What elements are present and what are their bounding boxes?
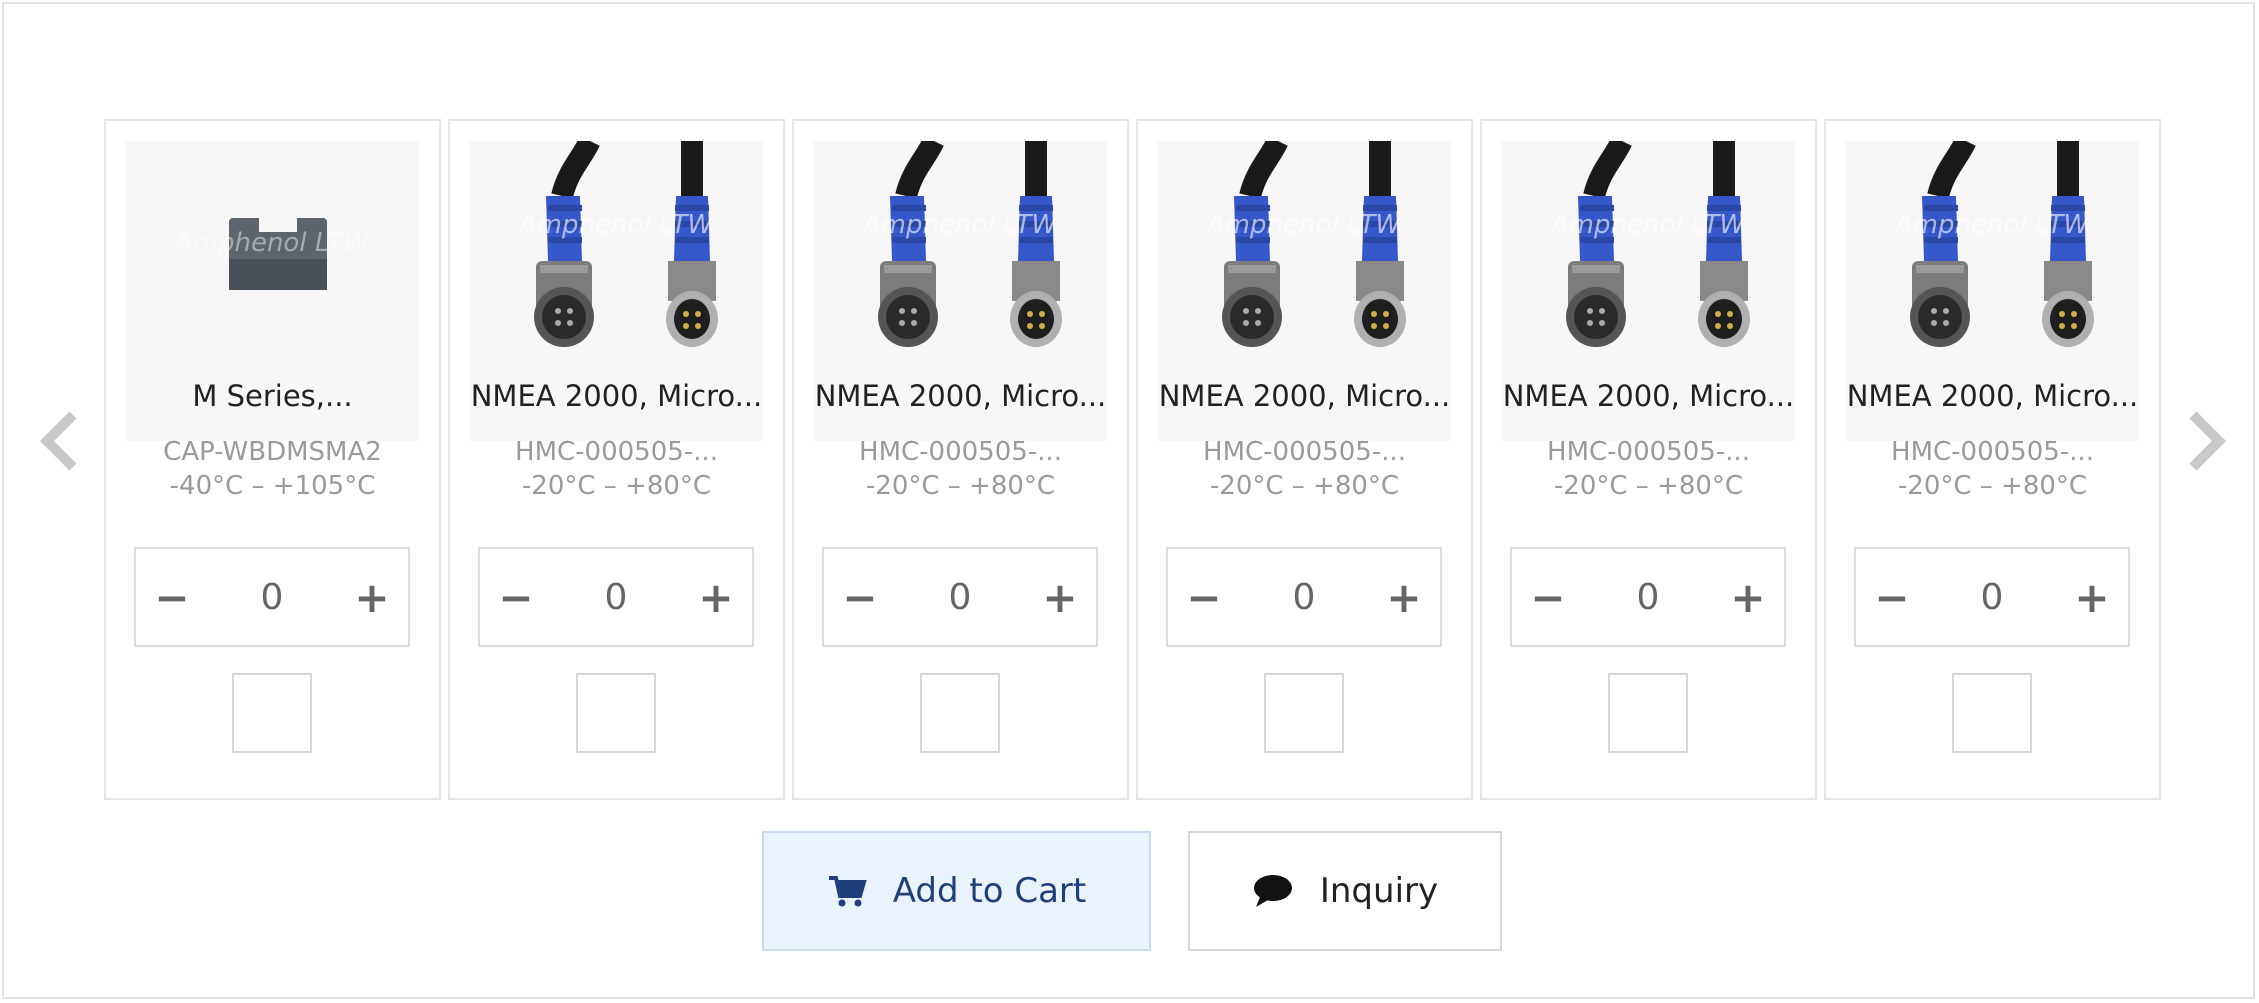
product-card[interactable]: Amphenol LTW NMEA 2000, Micro... HMC-000… <box>448 119 785 800</box>
increment-button[interactable]: + <box>680 549 752 645</box>
quantity-value[interactable]: 0 <box>1928 577 2056 618</box>
decrement-button[interactable]: − <box>1856 549 1928 645</box>
quantity-stepper: − 0 + <box>822 547 1098 647</box>
svg-text:Amphenol LTW: Amphenol LTW <box>861 210 1059 240</box>
quantity-value[interactable]: 0 <box>1584 577 1712 618</box>
svg-text:Amphenol LTW: Amphenol LTW <box>517 210 715 240</box>
product-temperature-range: -40°C – +105°C <box>169 471 376 501</box>
product-temperature-range: -20°C – +80°C <box>1897 471 2088 501</box>
quantity-value[interactable]: 0 <box>896 577 1024 618</box>
product-temperature-range: -20°C – +80°C <box>1209 471 1400 501</box>
chevron-left-icon <box>39 411 77 471</box>
product-part-number: HMC-000505-... <box>859 437 1062 467</box>
svg-text:Amphenol LTW: Amphenol LTW <box>1205 210 1403 240</box>
select-checkbox[interactable] <box>1952 673 2032 753</box>
cart-icon <box>827 874 867 908</box>
product-part-number: HMC-000505-... <box>1547 437 1750 467</box>
chat-bubble-icon <box>1252 873 1294 909</box>
product-card[interactable]: Amphenol LTW NMEA 2000, Micro... HMC-000… <box>792 119 1129 800</box>
chevron-right-icon <box>2189 411 2227 471</box>
increment-button[interactable]: + <box>1024 549 1096 645</box>
product-title[interactable]: NMEA 2000, Micro... <box>460 379 773 419</box>
inquiry-button[interactable]: Inquiry <box>1188 831 1502 951</box>
carousel-next-button[interactable] <box>2172 396 2242 486</box>
product-temperature-range: -20°C – +80°C <box>865 471 1056 501</box>
select-checkbox[interactable] <box>576 673 656 753</box>
carousel-prev-button[interactable] <box>24 396 94 486</box>
product-title[interactable]: NMEA 2000, Micro... <box>1836 379 2149 419</box>
svg-text:Amphenol LTW: Amphenol LTW <box>1549 210 1747 240</box>
product-title[interactable]: M Series,... <box>116 379 429 419</box>
product-temperature-range: -20°C – +80°C <box>521 471 712 501</box>
product-title[interactable]: NMEA 2000, Micro... <box>1148 379 1461 419</box>
svg-text:Amphenol LTW: Amphenol LTW <box>173 228 371 258</box>
product-part-number: HMC-000505-... <box>1891 437 2094 467</box>
select-checkbox[interactable] <box>1264 673 1344 753</box>
increment-button[interactable]: + <box>1368 549 1440 645</box>
quantity-stepper: − 0 + <box>1166 547 1442 647</box>
add-to-cart-button[interactable]: Add to Cart <box>762 831 1151 951</box>
quantity-stepper: − 0 + <box>134 547 410 647</box>
quantity-stepper: − 0 + <box>478 547 754 647</box>
product-title[interactable]: NMEA 2000, Micro... <box>1492 379 1805 419</box>
decrement-button[interactable]: − <box>1512 549 1584 645</box>
add-to-cart-label: Add to Cart <box>892 871 1087 911</box>
product-card[interactable]: Amphenol LTW M Series,... CAP-WBDMSMA2 -… <box>104 119 441 800</box>
quantity-value[interactable]: 0 <box>552 577 680 618</box>
product-part-number: CAP-WBDMSMA2 <box>163 437 382 467</box>
decrement-button[interactable]: − <box>1168 549 1240 645</box>
product-part-number: HMC-000505-... <box>1203 437 1406 467</box>
quantity-value[interactable]: 0 <box>1240 577 1368 618</box>
product-card[interactable]: Amphenol LTW NMEA 2000, Micro... HMC-000… <box>1824 119 2161 800</box>
product-card[interactable]: Amphenol LTW NMEA 2000, Micro... HMC-000… <box>1480 119 1817 800</box>
svg-text:Amphenol LTW: Amphenol LTW <box>1893 210 2091 240</box>
decrement-button[interactable]: − <box>824 549 896 645</box>
inquiry-label: Inquiry <box>1319 871 1439 911</box>
product-temperature-range: -20°C – +80°C <box>1553 471 1744 501</box>
product-carousel-panel: Amphenol LTW M Series,... CAP-WBDMSMA2 -… <box>2 2 2255 999</box>
quantity-value[interactable]: 0 <box>208 577 336 618</box>
product-card[interactable]: Amphenol LTW NMEA 2000, Micro... HMC-000… <box>1136 119 1473 800</box>
increment-button[interactable]: + <box>1712 549 1784 645</box>
decrement-button[interactable]: − <box>480 549 552 645</box>
select-checkbox[interactable] <box>232 673 312 753</box>
increment-button[interactable]: + <box>2056 549 2128 645</box>
increment-button[interactable]: + <box>336 549 408 645</box>
quantity-stepper: − 0 + <box>1510 547 1786 647</box>
quantity-stepper: − 0 + <box>1854 547 2130 647</box>
product-title[interactable]: NMEA 2000, Micro... <box>804 379 1117 419</box>
product-part-number: HMC-000505-... <box>515 437 718 467</box>
select-checkbox[interactable] <box>920 673 1000 753</box>
decrement-button[interactable]: − <box>136 549 208 645</box>
select-checkbox[interactable] <box>1608 673 1688 753</box>
